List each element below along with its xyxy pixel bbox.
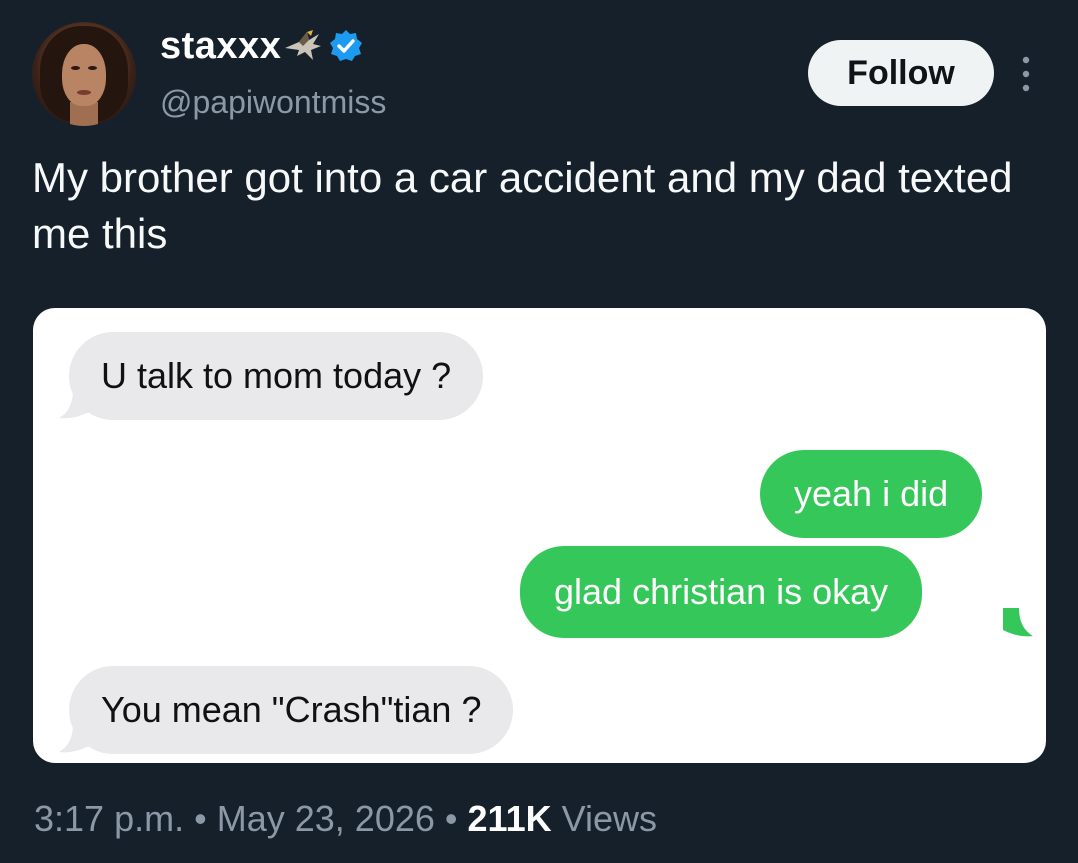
separator-dot: •: [194, 798, 207, 839]
verified-badge-icon: [330, 30, 363, 61]
message-text: glad christian is okay: [554, 571, 889, 612]
follow-button[interactable]: Follow: [808, 40, 994, 106]
message-bubble-incoming: U talk to mom today ?: [69, 332, 484, 420]
message-bubble-incoming: You mean "Crash"tian ?: [69, 666, 514, 754]
eagle-icon: [285, 30, 322, 60]
more-vertical-icon[interactable]: [1016, 54, 1036, 94]
avatar[interactable]: [32, 22, 136, 126]
message-text: yeah i did: [794, 473, 949, 514]
author-handle[interactable]: @papiwontmiss: [160, 84, 386, 121]
separator-dot: •: [444, 798, 458, 839]
tweet-date[interactable]: May 23, 2026: [217, 798, 435, 839]
message-bubble-outgoing: glad christian is okay: [520, 546, 923, 638]
tweet-text: My brother got into a car accident and m…: [32, 154, 1013, 257]
tweet: staxxx @papiwontmiss Follow My brother g…: [0, 0, 1078, 863]
message-text: You mean "Crash"tian ?: [101, 689, 482, 730]
author-name-row[interactable]: staxxx: [160, 22, 363, 70]
display-name[interactable]: staxxx: [160, 25, 281, 68]
tweet-media-image[interactable]: U talk to mom today ? yeah i did glad ch…: [33, 308, 1046, 763]
tweet-metadata: 3:17 p.m. • May 23, 2026 • 211K Views: [34, 798, 657, 840]
bubble-tail: [1003, 608, 1033, 637]
message-bubble-outgoing: yeah i did: [760, 450, 983, 538]
tweet-time[interactable]: 3:17 p.m.: [34, 798, 184, 839]
views-label[interactable]: Views: [562, 798, 657, 839]
message-text: U talk to mom today ?: [101, 355, 452, 396]
views-count[interactable]: 211K: [468, 798, 552, 839]
